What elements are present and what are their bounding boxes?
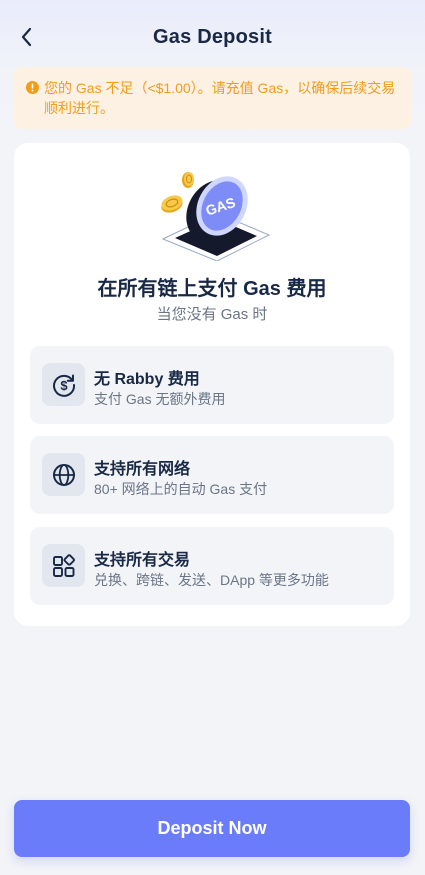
feature-title: 支持所有交易 (94, 552, 191, 569)
feature-all-networks: 支持所有网络 80+ 网络上的自动 Gas 支付 (30, 436, 394, 514)
card-heading: 在所有链上支付 Gas 费用 (97, 278, 327, 300)
feature-desc: 支付 Gas 无额外费用 (94, 391, 226, 407)
insufficient-gas-warning: 您的 Gas 不足（<$1.00）。请充值 Gas，以确保后续交易顺利进行。 (14, 67, 411, 129)
deposit-now-button[interactable]: Deposit Now (14, 800, 410, 857)
header: Gas Deposit (0, 0, 425, 70)
svg-text:$: $ (60, 378, 68, 393)
feature-no-fee: $ 无 Rabby 费用 支付 Gas 无额外费用 (30, 346, 394, 424)
feature-desc: 兑换、跨链、发送、DApp 等更多功能 (94, 572, 329, 588)
feature-icon-box (42, 453, 85, 496)
apps-grid-icon (52, 553, 75, 577)
warning-text: 您的 Gas 不足（<$1.00）。请充值 Gas，以确保后续交易顺利进行。 (44, 80, 396, 116)
feature-icon-box (42, 544, 85, 587)
feature-title: 支持所有网络 (94, 461, 191, 478)
page-title: Gas Deposit (153, 26, 272, 48)
feature-desc: 80+ 网络上的自动 Gas 支付 (94, 481, 268, 497)
warning-circle-icon (26, 81, 39, 94)
globe-icon (52, 463, 75, 486)
dollar-refresh-icon: $ (52, 374, 75, 397)
feature-all-transactions: 支持所有交易 兑换、跨链、发送、DApp 等更多功能 (30, 527, 394, 605)
gas-info-card: GAS 在所有链上支付 Gas 费用 当您没有 Gas 时 $ 无 Rabby … (14, 143, 410, 626)
feature-title: 无 Rabby 费用 (94, 371, 200, 388)
feature-icon-box: $ (42, 363, 85, 406)
gas-coin-illustration: GAS (161, 172, 271, 261)
card-subheading: 当您没有 Gas 时 (156, 306, 268, 323)
